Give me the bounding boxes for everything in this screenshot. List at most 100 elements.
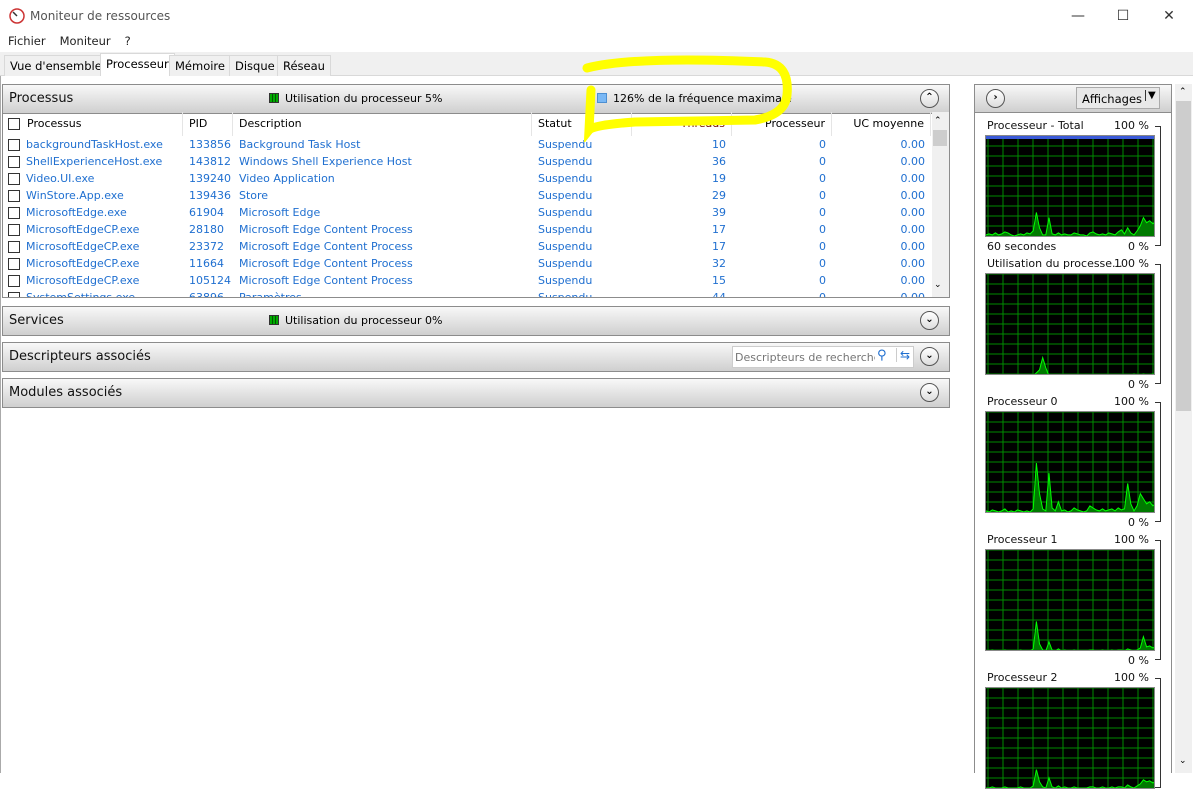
menu-fichier[interactable]: Fichier <box>8 34 46 48</box>
cell-process: Video.UI.exe <box>26 172 95 185</box>
row-checkbox[interactable] <box>8 258 20 270</box>
cell-process: MicrosoftEdgeCP.exe <box>26 223 140 236</box>
frequency-legend-icon <box>597 93 607 103</box>
row-checkbox[interactable] <box>8 156 20 168</box>
column-header-6[interactable]: UC moyenne <box>832 112 931 136</box>
cell-avg-cpu: 0.00 <box>900 257 926 270</box>
views-dropdown[interactable]: Affichages ▼ <box>1076 87 1160 109</box>
row-checkbox[interactable] <box>8 207 20 219</box>
graph-max-label: 100 % <box>1114 119 1149 132</box>
cell-status: Suspendu <box>538 257 593 270</box>
cell-status: Suspendu <box>538 274 593 287</box>
panel-scrollbar[interactable]: ⌃ ⌄ <box>1175 84 1192 773</box>
cell-pid: 133856 <box>189 138 231 151</box>
cell-status: Suspendu <box>538 155 593 168</box>
scroll-thumb[interactable] <box>933 130 947 146</box>
column-header-5[interactable]: Processeur <box>732 112 832 136</box>
cpu-graph <box>985 411 1155 513</box>
cell-process: MicrosoftEdgeCP.exe <box>26 274 140 287</box>
refresh-icon[interactable]: ⇆ <box>896 348 910 362</box>
cell-threads: 36 <box>712 155 726 168</box>
row-checkbox[interactable] <box>8 292 20 297</box>
cell-cpu: 0 <box>819 291 826 298</box>
graph-title: Utilisation du processe... <box>987 257 1123 270</box>
graph-min-label: 0 % <box>1128 240 1149 253</box>
close-button[interactable]: ✕ <box>1146 0 1192 32</box>
scroll-down-icon[interactable]: ⌄ <box>934 280 942 290</box>
row-checkbox[interactable] <box>8 275 20 287</box>
descripteurs-section-header[interactable]: Descripteurs associés ⚲ ⇆ ⌄ <box>2 342 950 372</box>
row-checkbox[interactable] <box>8 190 20 202</box>
graphs-panel: › Affichages ▼ Processeur - Total 100 % 0 … <box>974 84 1172 789</box>
table-row[interactable]: ShellExperienceHost.exe 143812 Windows She… <box>3 154 931 171</box>
tab-network[interactable]: Réseau <box>277 55 331 76</box>
cell-threads: 15 <box>712 274 726 287</box>
tab-overview[interactable]: Vue d'ensemble <box>4 55 108 76</box>
column-label: Processeur <box>765 117 825 130</box>
scroll-thumb[interactable] <box>1176 101 1191 411</box>
title-bar: Moniteur de ressources — ☐ ✕ <box>0 0 1193 32</box>
cell-description: Microsoft Edge Content Process <box>239 240 413 253</box>
views-label: Affichages <box>1082 92 1143 106</box>
column-header-4[interactable]: Threads <box>632 112 732 136</box>
table-row[interactable]: MicrosoftEdgeCP.exe 11664 Microsoft Edge C… <box>3 256 931 273</box>
collapse-panel-button[interactable]: › <box>986 89 1005 108</box>
search-icon[interactable]: ⚲ <box>877 348 887 363</box>
column-header-3[interactable]: Statut <box>532 112 632 136</box>
menu-moniteur[interactable]: Moniteur <box>60 34 111 48</box>
table-row[interactable]: WinStore.App.exe 139436 Store Suspendu 29 0 0.… <box>3 188 931 205</box>
cell-threads: 10 <box>712 138 726 151</box>
search-descriptors-input[interactable] <box>735 349 875 365</box>
expand-button[interactable]: ⌄ <box>920 383 939 402</box>
row-checkbox[interactable] <box>8 139 20 151</box>
table-row[interactable]: backgroundTaskHost.exe 133856 Background T… <box>3 137 931 154</box>
scroll-down-icon[interactable]: ⌄ <box>1179 756 1187 766</box>
tab-processor[interactable]: Processeur <box>100 53 175 77</box>
cpu-graph <box>985 549 1155 651</box>
menu-help[interactable]: ? <box>125 34 131 48</box>
column-header-0[interactable]: Processus <box>3 112 183 136</box>
tab-memory[interactable]: Mémoire <box>169 55 231 76</box>
cell-description: Microsoft Edge Content Process <box>239 223 413 236</box>
cell-threads: 19 <box>712 172 726 185</box>
minimize-button[interactable]: — <box>1055 0 1101 32</box>
table-row[interactable]: MicrosoftEdgeCP.exe 28180 Microsoft Edge C… <box>3 222 931 239</box>
processus-section-header[interactable]: Processus Utilisation du processeur 5% 1… <box>2 84 950 114</box>
cell-process: MicrosoftEdgeCP.exe <box>26 257 140 270</box>
resource-monitor-icon <box>9 8 25 24</box>
cell-description: Background Task Host <box>239 138 361 151</box>
scroll-up-icon[interactable]: ⌃ <box>934 116 942 126</box>
section-title: Processus <box>9 91 74 106</box>
table-scrollbar[interactable]: ⌃ ⌄ <box>932 112 949 297</box>
table-row[interactable]: MicrosoftEdgeCP.exe 105124 Microsoft Edge … <box>3 273 931 290</box>
collapse-button[interactable]: ⌃ <box>920 89 939 108</box>
cell-avg-cpu: 0.00 <box>900 223 926 236</box>
scroll-up-icon[interactable]: ⌃ <box>1179 87 1187 97</box>
select-all-checkbox[interactable] <box>8 118 20 130</box>
services-section-header[interactable]: Services Utilisation du processeur 0% ⌄ <box>2 306 950 336</box>
table-row[interactable]: SystemSettings.exe 63896 Paramètres Suspend… <box>3 290 931 298</box>
modules-section-header[interactable]: Modules associés ⌄ <box>2 378 950 408</box>
column-header-1[interactable]: PID <box>183 112 233 136</box>
table-row[interactable]: MicrosoftEdgeCP.exe 23372 Microsoft Edge C… <box>3 239 931 256</box>
graph-scale-bracket <box>1155 264 1161 384</box>
cell-cpu: 0 <box>819 240 826 253</box>
table-row[interactable]: Video.UI.exe 139240 Video Application Suspe… <box>3 171 931 188</box>
cpu-usage-legend-icon <box>269 315 279 325</box>
row-checkbox[interactable] <box>8 224 20 236</box>
row-checkbox[interactable] <box>8 241 20 253</box>
cell-process: ShellExperienceHost.exe <box>26 155 163 168</box>
chevron-down-icon: ▼ <box>1145 90 1156 101</box>
cell-process: WinStore.App.exe <box>26 189 124 202</box>
column-header-2[interactable]: Description <box>233 112 532 136</box>
row-checkbox[interactable] <box>8 173 20 185</box>
tab-disk[interactable]: Disque <box>229 55 281 76</box>
cell-pid: 139240 <box>189 172 231 185</box>
expand-button[interactable]: ⌄ <box>920 311 939 330</box>
graph-max-label: 100 % <box>1114 257 1149 270</box>
maximize-button[interactable]: ☐ <box>1100 0 1146 32</box>
expand-button[interactable]: ⌄ <box>920 347 939 366</box>
table-row[interactable]: MicrosoftEdge.exe 61904 Microsoft Edge Susp… <box>3 205 931 222</box>
cell-pid: 28180 <box>189 223 224 236</box>
cell-status: Suspendu <box>538 189 593 202</box>
